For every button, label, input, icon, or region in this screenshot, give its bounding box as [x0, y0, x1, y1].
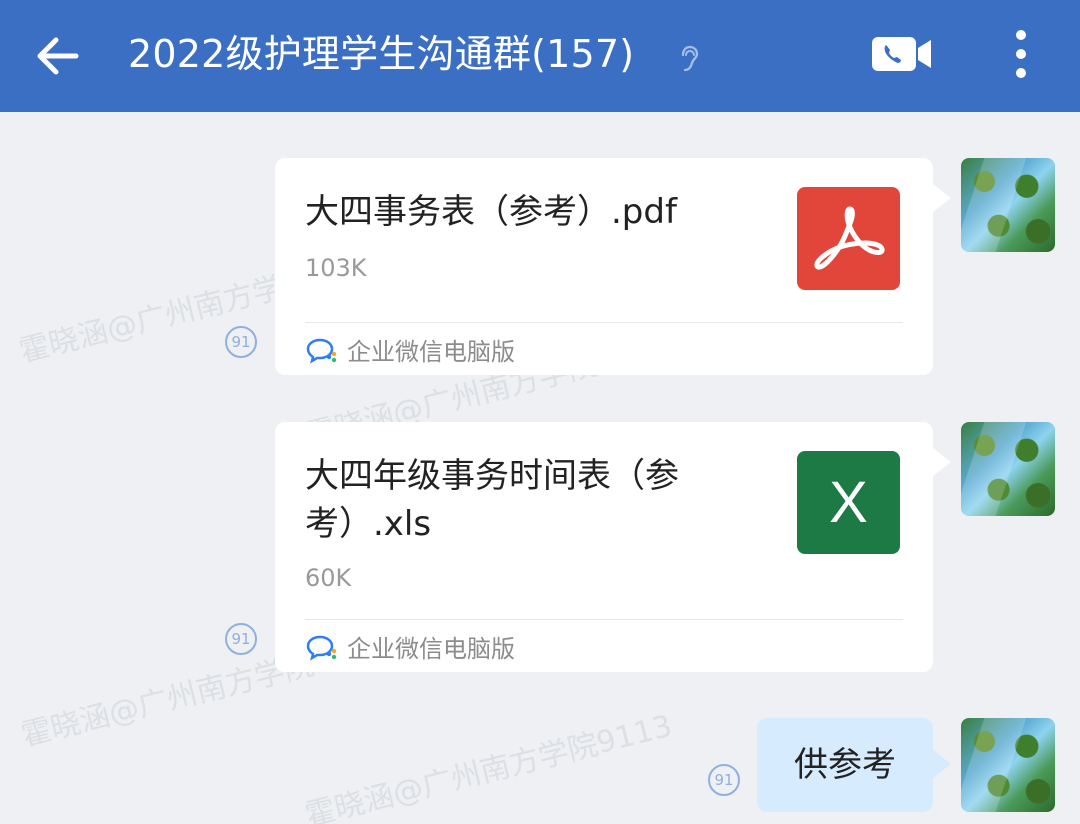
- file-size: 103K: [305, 254, 367, 282]
- excel-icon: X: [797, 451, 900, 554]
- file-source: 企业微信电脑版: [305, 332, 515, 367]
- wecom-icon: [305, 336, 337, 364]
- file-name: 大四事务表（参考）.pdf: [305, 192, 677, 232]
- back-arrow-icon[interactable]: [30, 28, 86, 84]
- source-label: 企业微信电脑版: [347, 635, 515, 663]
- wecom-icon: [305, 633, 337, 661]
- text-bubble-tail: [933, 750, 951, 778]
- pdf-icon: [797, 187, 900, 290]
- source-label: 企业微信电脑版: [347, 338, 515, 366]
- file-source: 企业微信电脑版: [305, 629, 515, 664]
- chat-header: 2022级护理学生沟通群(157): [0, 0, 1080, 112]
- bubble-tail: [933, 448, 951, 476]
- file-size: 60K: [305, 564, 352, 592]
- read-count-badge[interactable]: 91: [708, 764, 740, 796]
- video-call-icon[interactable]: [871, 36, 933, 72]
- text-message[interactable]: 供参考: [757, 718, 933, 812]
- read-count-badge[interactable]: 91: [225, 623, 257, 655]
- more-vertical-icon[interactable]: [1006, 28, 1036, 80]
- excel-letter: X: [829, 470, 868, 535]
- bubble-divider: [305, 322, 903, 323]
- watermark-text: 霍晓涵@广州南方学院9113: [301, 708, 676, 824]
- file-name: 大四年级事务时间表（参考）.xls: [305, 456, 679, 544]
- file-message-excel[interactable]: 大四年级事务时间表（参考）.xls 60K X 企业微信电脑版: [275, 422, 951, 672]
- ear-icon: [676, 44, 700, 74]
- avatar[interactable]: [961, 422, 1055, 516]
- chat-title[interactable]: 2022级护理学生沟通群(157): [128, 26, 634, 82]
- bubble-divider: [305, 619, 903, 620]
- bubble-tail: [933, 184, 951, 212]
- read-count-badge[interactable]: 91: [225, 326, 257, 358]
- chat-message-area[interactable]: 霍晓涵@广州南方学院9113 霍晓涵@广州南方学院9113 霍晓涵@广州南方学院…: [0, 112, 1080, 824]
- avatar[interactable]: [961, 158, 1055, 252]
- file-message-pdf[interactable]: 大四事务表（参考）.pdf 103K 企业微信电脑版: [275, 158, 951, 375]
- avatar[interactable]: [961, 718, 1055, 812]
